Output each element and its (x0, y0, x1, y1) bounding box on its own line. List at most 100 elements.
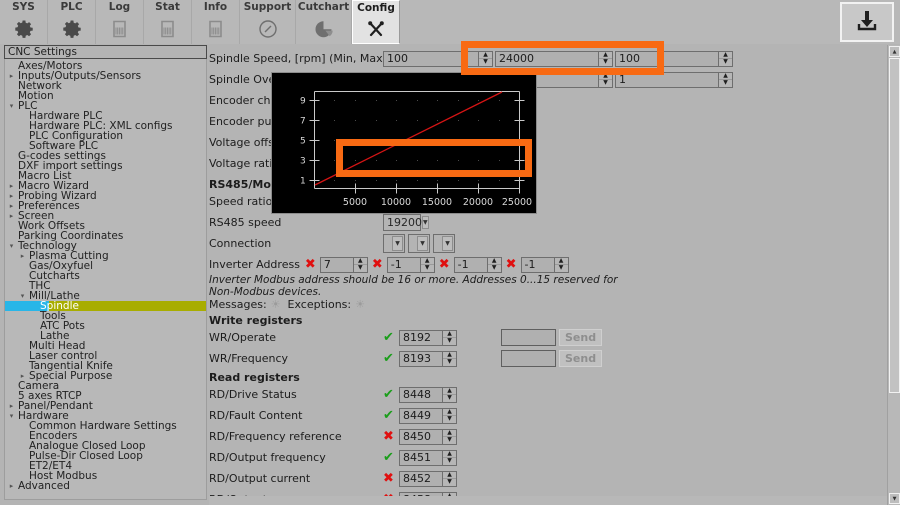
chevron-right-icon[interactable]: ▸ (7, 181, 16, 191)
inverter-address-1-value[interactable]: 7 (320, 257, 353, 273)
sidebar-item-advanced[interactable]: ▸Advanced (5, 481, 206, 491)
spindle-speed-step-stepper[interactable]: 100 ▲▼ (615, 51, 733, 67)
connection-select-3[interactable]: ▼ (433, 234, 455, 253)
rd-fault-content-spin-buttons[interactable]: ▲▼ (442, 408, 457, 424)
chevron-down-icon[interactable]: ▼ (422, 216, 429, 229)
spindle-speed-step-spin-buttons[interactable]: ▲▼ (718, 51, 733, 67)
spin-down-icon[interactable]: ▼ (719, 80, 732, 87)
spin-down-icon[interactable]: ▼ (443, 479, 456, 486)
inverter-2-disabled-icon[interactable]: ✖ (372, 258, 383, 271)
overspeed-step-spin-buttons[interactable]: ▲▼ (718, 72, 733, 88)
wr-operate-register-stepper[interactable]: 8192 ▲▼ (399, 330, 457, 346)
sidebar-item-mill-lathe[interactable]: ▾Mill/Lathe (5, 291, 206, 301)
rd-drive-status-enabled-icon[interactable]: ✔ (383, 388, 399, 401)
spin-down-icon[interactable]: ▼ (599, 80, 612, 87)
inverter-address-1-stepper[interactable]: 7 ▲▼ (320, 257, 368, 273)
tree-list[interactable]: Axes/Motors▸Inputs/Outputs/SensorsNetwor… (4, 59, 207, 500)
chevron-right-icon[interactable]: ▸ (7, 201, 16, 211)
inverter-3-spin-buttons[interactable]: ▲▼ (487, 257, 502, 273)
chevron-down-icon[interactable]: ▼ (417, 236, 428, 251)
spindle-speed-max-value[interactable]: 24000 (495, 51, 598, 67)
overspeed-step-stepper[interactable]: 1 ▲▼ (615, 72, 733, 88)
wr-operate-enabled-icon[interactable]: ✔ (383, 331, 399, 344)
spin-down-icon[interactable]: ▼ (488, 265, 501, 272)
spindle-speed-min-spin-buttons[interactable]: ▲▼ (478, 51, 493, 67)
spindle-speed-max-spin-buttons[interactable]: ▲▼ (598, 51, 613, 67)
sidebar-item-atc-pots[interactable]: ATC Pots (5, 321, 206, 331)
chevron-down-icon[interactable]: ▾ (7, 101, 16, 111)
inverter-address-4-value[interactable]: -1 (521, 257, 554, 273)
wr-frequency-send-button[interactable]: Send (559, 350, 602, 367)
rd-output-current-disabled-icon[interactable]: ✖ (383, 472, 399, 485)
toolbar-tab-cutchart[interactable]: Cutchart (296, 0, 352, 44)
chevron-right-icon[interactable]: ▸ (7, 71, 16, 81)
overspeed-max-spin-buttons[interactable]: ▲▼ (598, 72, 613, 88)
inverter-address-4-stepper[interactable]: -1 ▲▼ (521, 257, 569, 273)
spin-down-icon[interactable]: ▼ (719, 59, 732, 66)
chevron-down-icon[interactable]: ▼ (392, 236, 403, 251)
overspeed-step-value[interactable]: 1 (615, 72, 718, 88)
spin-down-icon[interactable]: ▼ (354, 265, 367, 272)
rd-frequency-reference-register-value[interactable]: 8450 (399, 429, 442, 445)
wr-operate-register-value[interactable]: 8192 (399, 330, 442, 346)
wr-frequency-register-value[interactable]: 8193 (399, 351, 442, 367)
chevron-right-icon[interactable]: ▸ (7, 481, 16, 491)
rd-frequency-reference-disabled-icon[interactable]: ✖ (383, 430, 399, 443)
panel-horizontal-scrollbar[interactable] (209, 496, 887, 505)
download-button[interactable] (840, 2, 894, 42)
vertical-scroll-thumb[interactable] (889, 58, 900, 393)
toolbar-tab-support[interactable]: Support (240, 0, 296, 44)
spin-down-icon[interactable]: ▼ (443, 359, 456, 366)
spin-down-icon[interactable]: ▼ (443, 458, 456, 465)
rd-frequency-reference-register-stepper[interactable]: 8450▲▼ (399, 429, 457, 445)
inverter-1-spin-buttons[interactable]: ▲▼ (353, 257, 368, 273)
connection-select-2[interactable]: ▼ (408, 234, 430, 253)
inverter-2-spin-buttons[interactable]: ▲▼ (420, 257, 435, 273)
spindle-speed-min-value[interactable]: 100 (383, 51, 478, 67)
spin-down-icon[interactable]: ▼ (421, 265, 434, 272)
inverter-address-2-value[interactable]: -1 (387, 257, 420, 273)
toolbar-tab-log[interactable]: Log (96, 0, 144, 44)
chevron-right-icon[interactable]: ▸ (18, 251, 27, 261)
spin-down-icon[interactable]: ▼ (443, 338, 456, 345)
wr-frequency-enabled-icon[interactable]: ✔ (383, 352, 399, 365)
chevron-down-icon[interactable]: ▾ (7, 411, 16, 421)
inverter-address-3-stepper[interactable]: -1 ▲▼ (454, 257, 502, 273)
scroll-up-arrow-icon[interactable]: ▲ (889, 46, 900, 57)
rd-drive-status-spin-buttons[interactable]: ▲▼ (442, 387, 457, 403)
rd-frequency-reference-spin-buttons[interactable]: ▲▼ (442, 429, 457, 445)
inverter-4-disabled-icon[interactable]: ✖ (506, 258, 517, 271)
wr-operate-send-input[interactable] (501, 329, 556, 346)
rd-fault-content-register-value[interactable]: 8449 (399, 408, 442, 424)
spin-down-icon[interactable]: ▼ (443, 416, 456, 423)
rd-output-frequency-register-value[interactable]: 8451 (399, 450, 442, 466)
toolbar-tab-config[interactable]: Config (352, 0, 400, 44)
toolbar-tab-sys[interactable]: SYS (0, 0, 48, 44)
toolbar-tab-info[interactable]: Info (192, 0, 240, 44)
rd-output-current-register-stepper[interactable]: 8452▲▼ (399, 471, 457, 487)
rd-drive-status-register-value[interactable]: 8448 (399, 387, 442, 403)
rd-output-frequency-spin-buttons[interactable]: ▲▼ (442, 450, 457, 466)
toolbar-tab-plc[interactable]: PLC (48, 0, 96, 44)
spin-down-icon[interactable]: ▼ (599, 59, 612, 66)
chevron-down-icon[interactable]: ▾ (7, 241, 16, 251)
rd-fault-content-register-stepper[interactable]: 8449▲▼ (399, 408, 457, 424)
spindle-speed-step-value[interactable]: 100 (615, 51, 718, 67)
spindle-speed-max-stepper[interactable]: 24000 ▲▼ (495, 51, 613, 67)
sidebar-item-spindle[interactable]: Spindle (5, 301, 206, 311)
chevron-right-icon[interactable]: ▸ (7, 211, 16, 221)
wr-operate-send-button[interactable]: Send (559, 329, 602, 346)
chevron-down-icon[interactable]: ▾ (18, 291, 27, 301)
rd-output-current-register-value[interactable]: 8452 (399, 471, 442, 487)
spin-down-icon[interactable]: ▼ (443, 437, 456, 444)
chevron-down-icon[interactable]: ▼ (442, 236, 453, 251)
toolbar-tab-stat[interactable]: Stat (144, 0, 192, 44)
wr-frequency-spin-buttons[interactable]: ▲▼ (442, 351, 457, 367)
rs485-speed-select[interactable]: 19200 ▼ (383, 214, 421, 231)
rd-fault-content-enabled-icon[interactable]: ✔ (383, 409, 399, 422)
wr-frequency-register-stepper[interactable]: 8193 ▲▼ (399, 351, 457, 367)
inverter-4-spin-buttons[interactable]: ▲▼ (554, 257, 569, 273)
spin-down-icon[interactable]: ▼ (443, 395, 456, 402)
rd-output-current-spin-buttons[interactable]: ▲▼ (442, 471, 457, 487)
inverter-1-disabled-icon[interactable]: ✖ (305, 258, 316, 271)
